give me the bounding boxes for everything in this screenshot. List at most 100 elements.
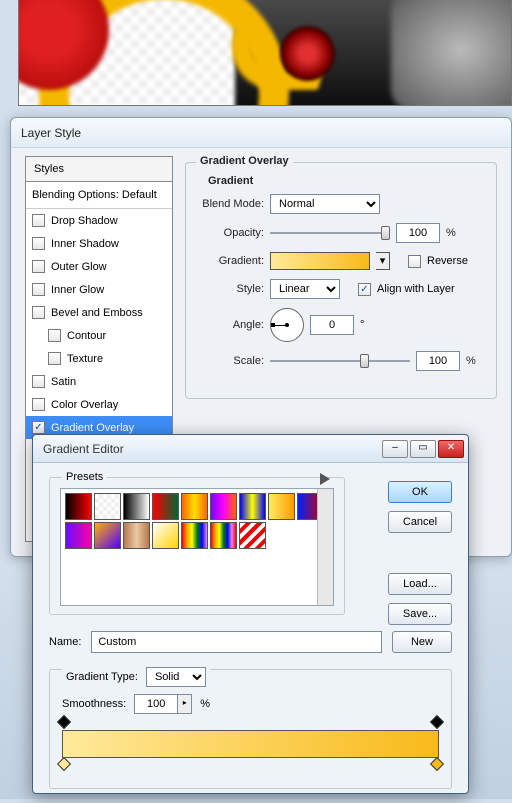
angle-label: Angle: xyxy=(200,319,264,331)
gradient-editor-titlebar[interactable]: Gradient Editor – ▭ ✕ xyxy=(33,435,468,463)
preset-swatch[interactable] xyxy=(94,493,121,520)
close-button[interactable]: ✕ xyxy=(438,440,464,458)
blend-mode-select[interactable]: Normal xyxy=(270,194,380,214)
gradient-preview[interactable] xyxy=(270,252,370,270)
style-row-drop-shadow[interactable]: Drop Shadow xyxy=(26,209,172,232)
preset-swatch[interactable] xyxy=(94,522,121,549)
save-button[interactable]: Save... xyxy=(388,603,452,625)
gradient-type-select[interactable]: Solid xyxy=(146,667,206,687)
style-row-texture[interactable]: Texture xyxy=(26,347,172,370)
style-row-color-overlay[interactable]: Color Overlay xyxy=(26,393,172,416)
gradient-type-group: Gradient Type: Solid Smoothness: ▸ % xyxy=(49,669,452,789)
opacity-stop-left[interactable] xyxy=(59,717,69,729)
style-label: Color Overlay xyxy=(51,399,118,411)
style-label: Satin xyxy=(51,376,76,388)
style-label: Bevel and Emboss xyxy=(51,307,143,319)
canvas-backdrop xyxy=(18,0,512,106)
style-checkbox[interactable] xyxy=(32,237,45,250)
style-label: Gradient Overlay xyxy=(51,422,134,434)
preset-swatch[interactable] xyxy=(152,493,179,520)
color-stop-left[interactable] xyxy=(59,759,69,771)
scale-label: Scale: xyxy=(200,355,264,367)
scale-slider[interactable] xyxy=(270,353,410,369)
layer-style-title[interactable]: Layer Style xyxy=(11,118,511,148)
style-label: Style: xyxy=(200,283,264,295)
gradient-overlay-group: Gradient Overlay Gradient Blend Mode: No… xyxy=(185,162,497,399)
gradient-editor-title: Gradient Editor xyxy=(43,442,380,456)
opacity-slider[interactable] xyxy=(270,225,390,241)
style-label: Contour xyxy=(67,330,106,342)
style-checkbox[interactable] xyxy=(32,375,45,388)
style-select[interactable]: Linear xyxy=(270,279,340,299)
styles-header[interactable]: Styles xyxy=(26,157,172,182)
opacity-input[interactable] xyxy=(396,223,440,243)
preset-swatch[interactable] xyxy=(123,493,150,520)
reverse-checkbox[interactable] xyxy=(408,255,421,268)
style-label: Drop Shadow xyxy=(51,215,118,227)
preset-swatch[interactable] xyxy=(123,522,150,549)
style-checkbox[interactable] xyxy=(32,260,45,273)
preset-swatch[interactable] xyxy=(239,522,266,549)
style-row-satin[interactable]: Satin xyxy=(26,370,172,393)
angle-input[interactable] xyxy=(310,315,354,335)
style-checkbox[interactable] xyxy=(32,283,45,296)
name-label: Name: xyxy=(49,636,81,648)
style-row-outer-glow[interactable]: Outer Glow xyxy=(26,255,172,278)
style-label: Inner Shadow xyxy=(51,238,119,250)
presets-group: Presets xyxy=(49,477,345,615)
style-checkbox[interactable] xyxy=(32,214,45,227)
gradient-editor-dialog: Gradient Editor – ▭ ✕ Presets OK Cancel … xyxy=(32,434,469,794)
preset-swatch[interactable] xyxy=(239,493,266,520)
style-row-inner-glow[interactable]: Inner Glow xyxy=(26,278,172,301)
deg: ° xyxy=(360,319,364,331)
style-checkbox[interactable] xyxy=(48,329,61,342)
preset-swatch[interactable] xyxy=(181,522,208,549)
blending-options-row[interactable]: Blending Options: Default xyxy=(26,182,172,209)
style-row-bevel-and-emboss[interactable]: Bevel and Emboss xyxy=(26,301,172,324)
gradient-bar[interactable] xyxy=(62,730,439,758)
color-stop-right[interactable] xyxy=(432,759,442,771)
style-label: Inner Glow xyxy=(51,284,104,296)
style-checkbox[interactable] xyxy=(32,306,45,319)
pct: % xyxy=(446,227,456,239)
presets-menu-icon[interactable] xyxy=(320,473,332,485)
preset-swatch[interactable] xyxy=(152,522,179,549)
style-checkbox[interactable] xyxy=(48,352,61,365)
group-legend: Gradient Overlay xyxy=(196,155,293,167)
preset-grid xyxy=(60,488,334,606)
style-label: Texture xyxy=(67,353,103,365)
load-button[interactable]: Load... xyxy=(388,573,452,595)
smoothness-input[interactable] xyxy=(134,694,178,714)
name-input[interactable] xyxy=(91,631,382,653)
new-button[interactable]: New xyxy=(392,631,452,653)
scale-input[interactable] xyxy=(416,351,460,371)
style-row-inner-shadow[interactable]: Inner Shadow xyxy=(26,232,172,255)
angle-dial[interactable] xyxy=(270,308,304,342)
smoothness-label: Smoothness: xyxy=(62,698,126,710)
style-checkbox[interactable] xyxy=(32,421,45,434)
inner-legend: Gradient xyxy=(204,175,257,187)
preset-swatch[interactable] xyxy=(268,493,295,520)
ok-button[interactable]: OK xyxy=(388,481,452,503)
opacity-stop-right[interactable] xyxy=(432,717,442,729)
minimize-button[interactable]: – xyxy=(382,440,408,458)
style-checkbox[interactable] xyxy=(32,398,45,411)
style-row-contour[interactable]: Contour xyxy=(26,324,172,347)
preset-swatch[interactable] xyxy=(65,522,92,549)
maximize-button[interactable]: ▭ xyxy=(410,440,436,458)
cancel-button[interactable]: Cancel xyxy=(388,511,452,533)
preset-swatch[interactable] xyxy=(210,522,237,549)
reverse-label: Reverse xyxy=(427,255,468,267)
preset-scrollbar[interactable] xyxy=(317,489,333,605)
gradient-dropdown[interactable]: ▾ xyxy=(376,252,390,270)
smoothness-stepper[interactable]: ▸ xyxy=(178,694,192,714)
style-label: Outer Glow xyxy=(51,261,107,273)
preset-swatch[interactable] xyxy=(181,493,208,520)
preset-swatch[interactable] xyxy=(65,493,92,520)
blend-mode-label: Blend Mode: xyxy=(200,198,264,210)
preset-swatch[interactable] xyxy=(210,493,237,520)
gradient-type-label: Gradient Type: xyxy=(66,671,138,683)
gradient-label: Gradient: xyxy=(200,255,264,267)
opacity-label: Opacity: xyxy=(200,227,264,239)
align-checkbox[interactable] xyxy=(358,283,371,296)
